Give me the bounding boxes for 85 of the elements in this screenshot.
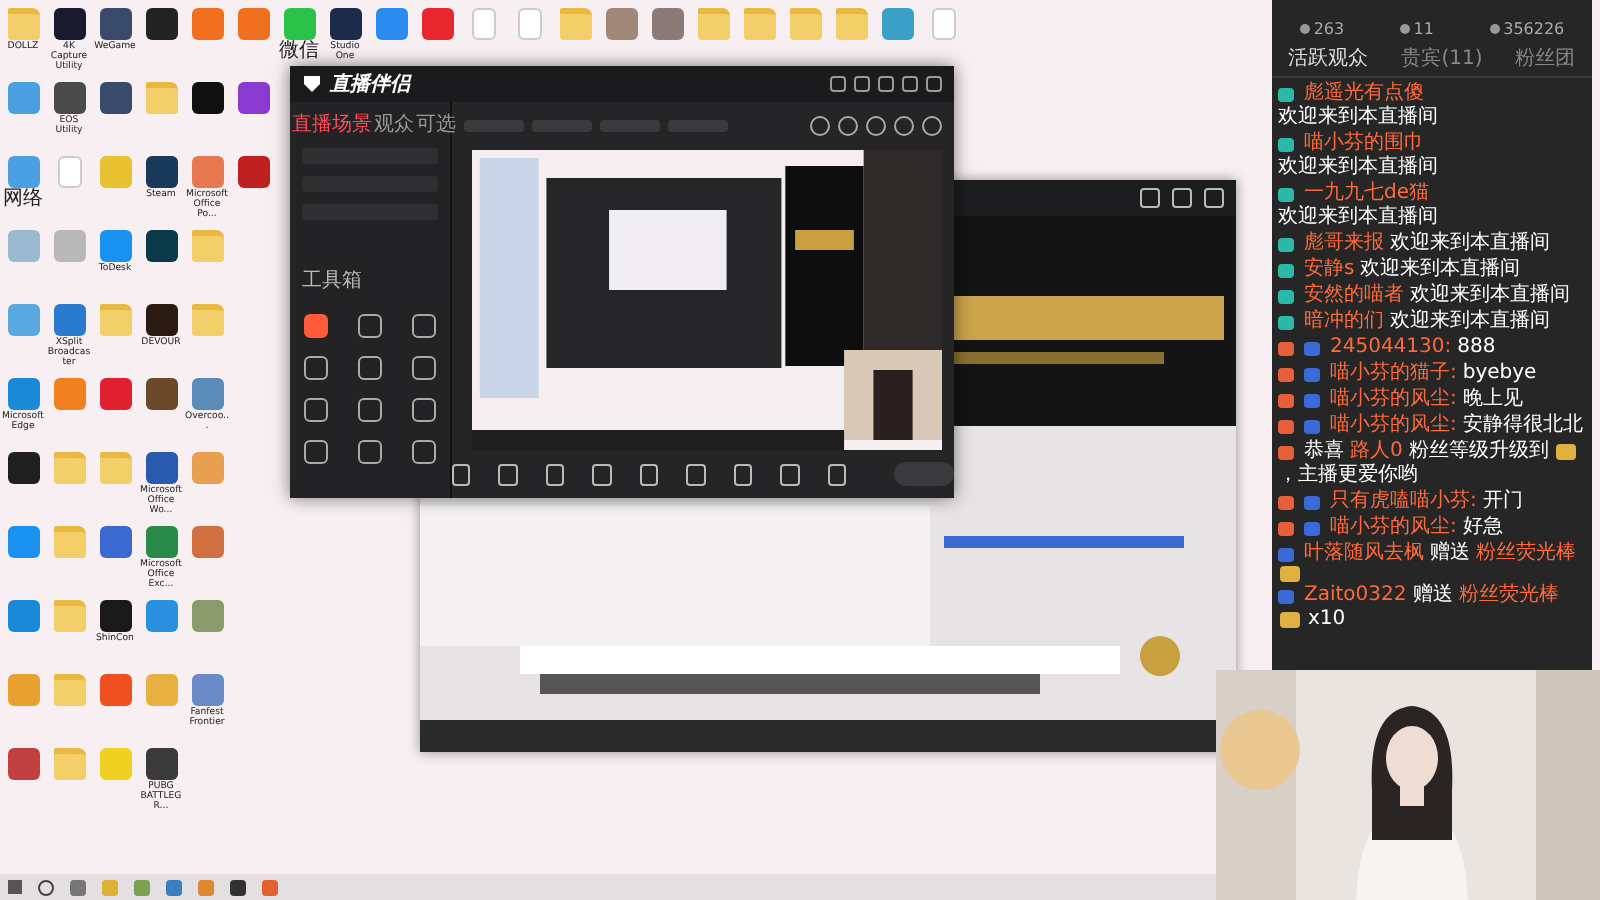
app-icon[interactable]	[99, 600, 131, 632]
message-text: byebye	[1462, 362, 1537, 386]
app-icon[interactable]	[145, 378, 177, 410]
app-icon[interactable]	[99, 8, 131, 40]
gift-icon	[1280, 612, 1300, 628]
tool-icon[interactable]	[304, 440, 329, 464]
app-icon[interactable]	[7, 452, 39, 484]
tool-icon[interactable]	[304, 356, 329, 380]
level-badge-icon	[1556, 444, 1577, 460]
user-name[interactable]: 一九九七de猫	[1304, 182, 1429, 206]
search-icon[interactable]	[38, 879, 54, 895]
app-icon[interactable]	[99, 82, 131, 114]
message-text: 安静得很北北	[1462, 414, 1583, 438]
tool-icon[interactable]	[357, 356, 382, 380]
tab[interactable]: 活跃观众	[1288, 44, 1369, 72]
user-name[interactable]: Zaito0322	[1304, 584, 1407, 608]
message-text: 欢迎来到本直播间	[1278, 156, 1438, 180]
stat-count: 356226	[1503, 20, 1565, 38]
app-icon[interactable]	[145, 156, 177, 188]
tool-icon[interactable]	[357, 398, 382, 422]
start-icon[interactable]	[8, 880, 22, 894]
gift-name: 粉丝荧光棒	[1458, 584, 1559, 608]
app-icon[interactable]	[191, 82, 223, 114]
app-icon[interactable]	[145, 230, 177, 262]
message-text: ，主播更爱你哟	[1278, 464, 1418, 488]
gift-verb: 赠送	[1412, 584, 1453, 608]
toolbox-title: 工具箱	[302, 268, 364, 294]
message-text: 欢迎来到本直播间	[1360, 258, 1521, 282]
user-name[interactable]: 245044130:	[1330, 336, 1452, 360]
stat-icon	[1399, 24, 1410, 34]
message-text: 欢迎来到本直播间	[1390, 232, 1550, 256]
message-text: 粉丝等级升级到	[1408, 440, 1549, 464]
user-name[interactable]: 只有虎嗑喵小芬:	[1330, 490, 1477, 514]
badge-icon	[1278, 187, 1294, 201]
message-text: 好急	[1462, 516, 1503, 540]
tab[interactable]: 贵宾(11)	[1401, 44, 1483, 72]
user-name[interactable]: 喵小芬的猫子:	[1330, 362, 1457, 386]
stat-icon	[1299, 24, 1310, 34]
user-name[interactable]: 彪哥来报	[1304, 232, 1384, 256]
user-name[interactable]: 喵小芬的风尘:	[1330, 516, 1457, 540]
user-name[interactable]: 叶落随风去枫	[1304, 542, 1424, 566]
tool-icon[interactable]	[357, 314, 382, 338]
app-icon[interactable]	[145, 748, 177, 780]
app-icon[interactable]	[53, 8, 85, 40]
gift-count: x10	[1308, 608, 1346, 632]
gift-icon	[1280, 566, 1300, 582]
message-text: 开门	[1482, 490, 1523, 514]
message-text: 恭喜	[1304, 440, 1344, 463]
user-name[interactable]: 喵小芬的风尘:	[1330, 414, 1457, 438]
tool-icon[interactable]	[304, 398, 329, 422]
message-text: 欢迎来到本直播间	[1278, 206, 1438, 230]
tab[interactable]: 直播场景	[292, 110, 372, 138]
badge-icon	[1278, 87, 1294, 101]
stat-icon	[1489, 24, 1500, 34]
stat-count: 11	[1413, 20, 1434, 38]
message-text: 888	[1457, 336, 1496, 360]
message-text: 欢迎来到本直播间	[1390, 310, 1550, 334]
tab[interactable]: 可选	[416, 110, 456, 138]
app-icon[interactable]	[145, 8, 177, 40]
app-icon[interactable]	[329, 8, 361, 40]
icon-label: 微信	[279, 42, 319, 62]
tool-icon[interactable]	[357, 440, 382, 464]
logo-icon	[302, 74, 322, 94]
user-name[interactable]: 安静s	[1304, 258, 1355, 282]
stat-count: 263	[1313, 20, 1345, 38]
message-text: 欢迎来到本直播间	[1410, 284, 1570, 308]
message-text: 欢迎来到本直播间	[1278, 106, 1438, 130]
app-title: 直播伴侣	[330, 71, 410, 98]
icon-label: 网络	[3, 190, 43, 210]
message-text: 晚上见	[1462, 388, 1523, 412]
user-name[interactable]: 安然的喵者	[1304, 284, 1404, 308]
badge-icon	[1278, 589, 1294, 603]
gift-name: 粉丝荧光棒	[1476, 542, 1576, 566]
tab[interactable]: 粉丝团	[1515, 44, 1576, 72]
app-icon[interactable]	[53, 82, 85, 114]
tool-icon[interactable]	[304, 314, 329, 338]
gift-verb: 赠送	[1430, 542, 1470, 566]
user-name[interactable]: 喵小芬的围巾	[1304, 132, 1424, 156]
user-name[interactable]: 暗冲的们	[1304, 310, 1384, 334]
user-name[interactable]: 路人0	[1350, 440, 1403, 464]
badge-icon	[1278, 137, 1294, 151]
tab[interactable]: 观众	[374, 110, 414, 138]
app-icon[interactable]	[145, 304, 177, 336]
user-name[interactable]: 喵小芬的风尘:	[1330, 388, 1457, 412]
user-name[interactable]: 彪遥光有点傻	[1304, 82, 1424, 106]
